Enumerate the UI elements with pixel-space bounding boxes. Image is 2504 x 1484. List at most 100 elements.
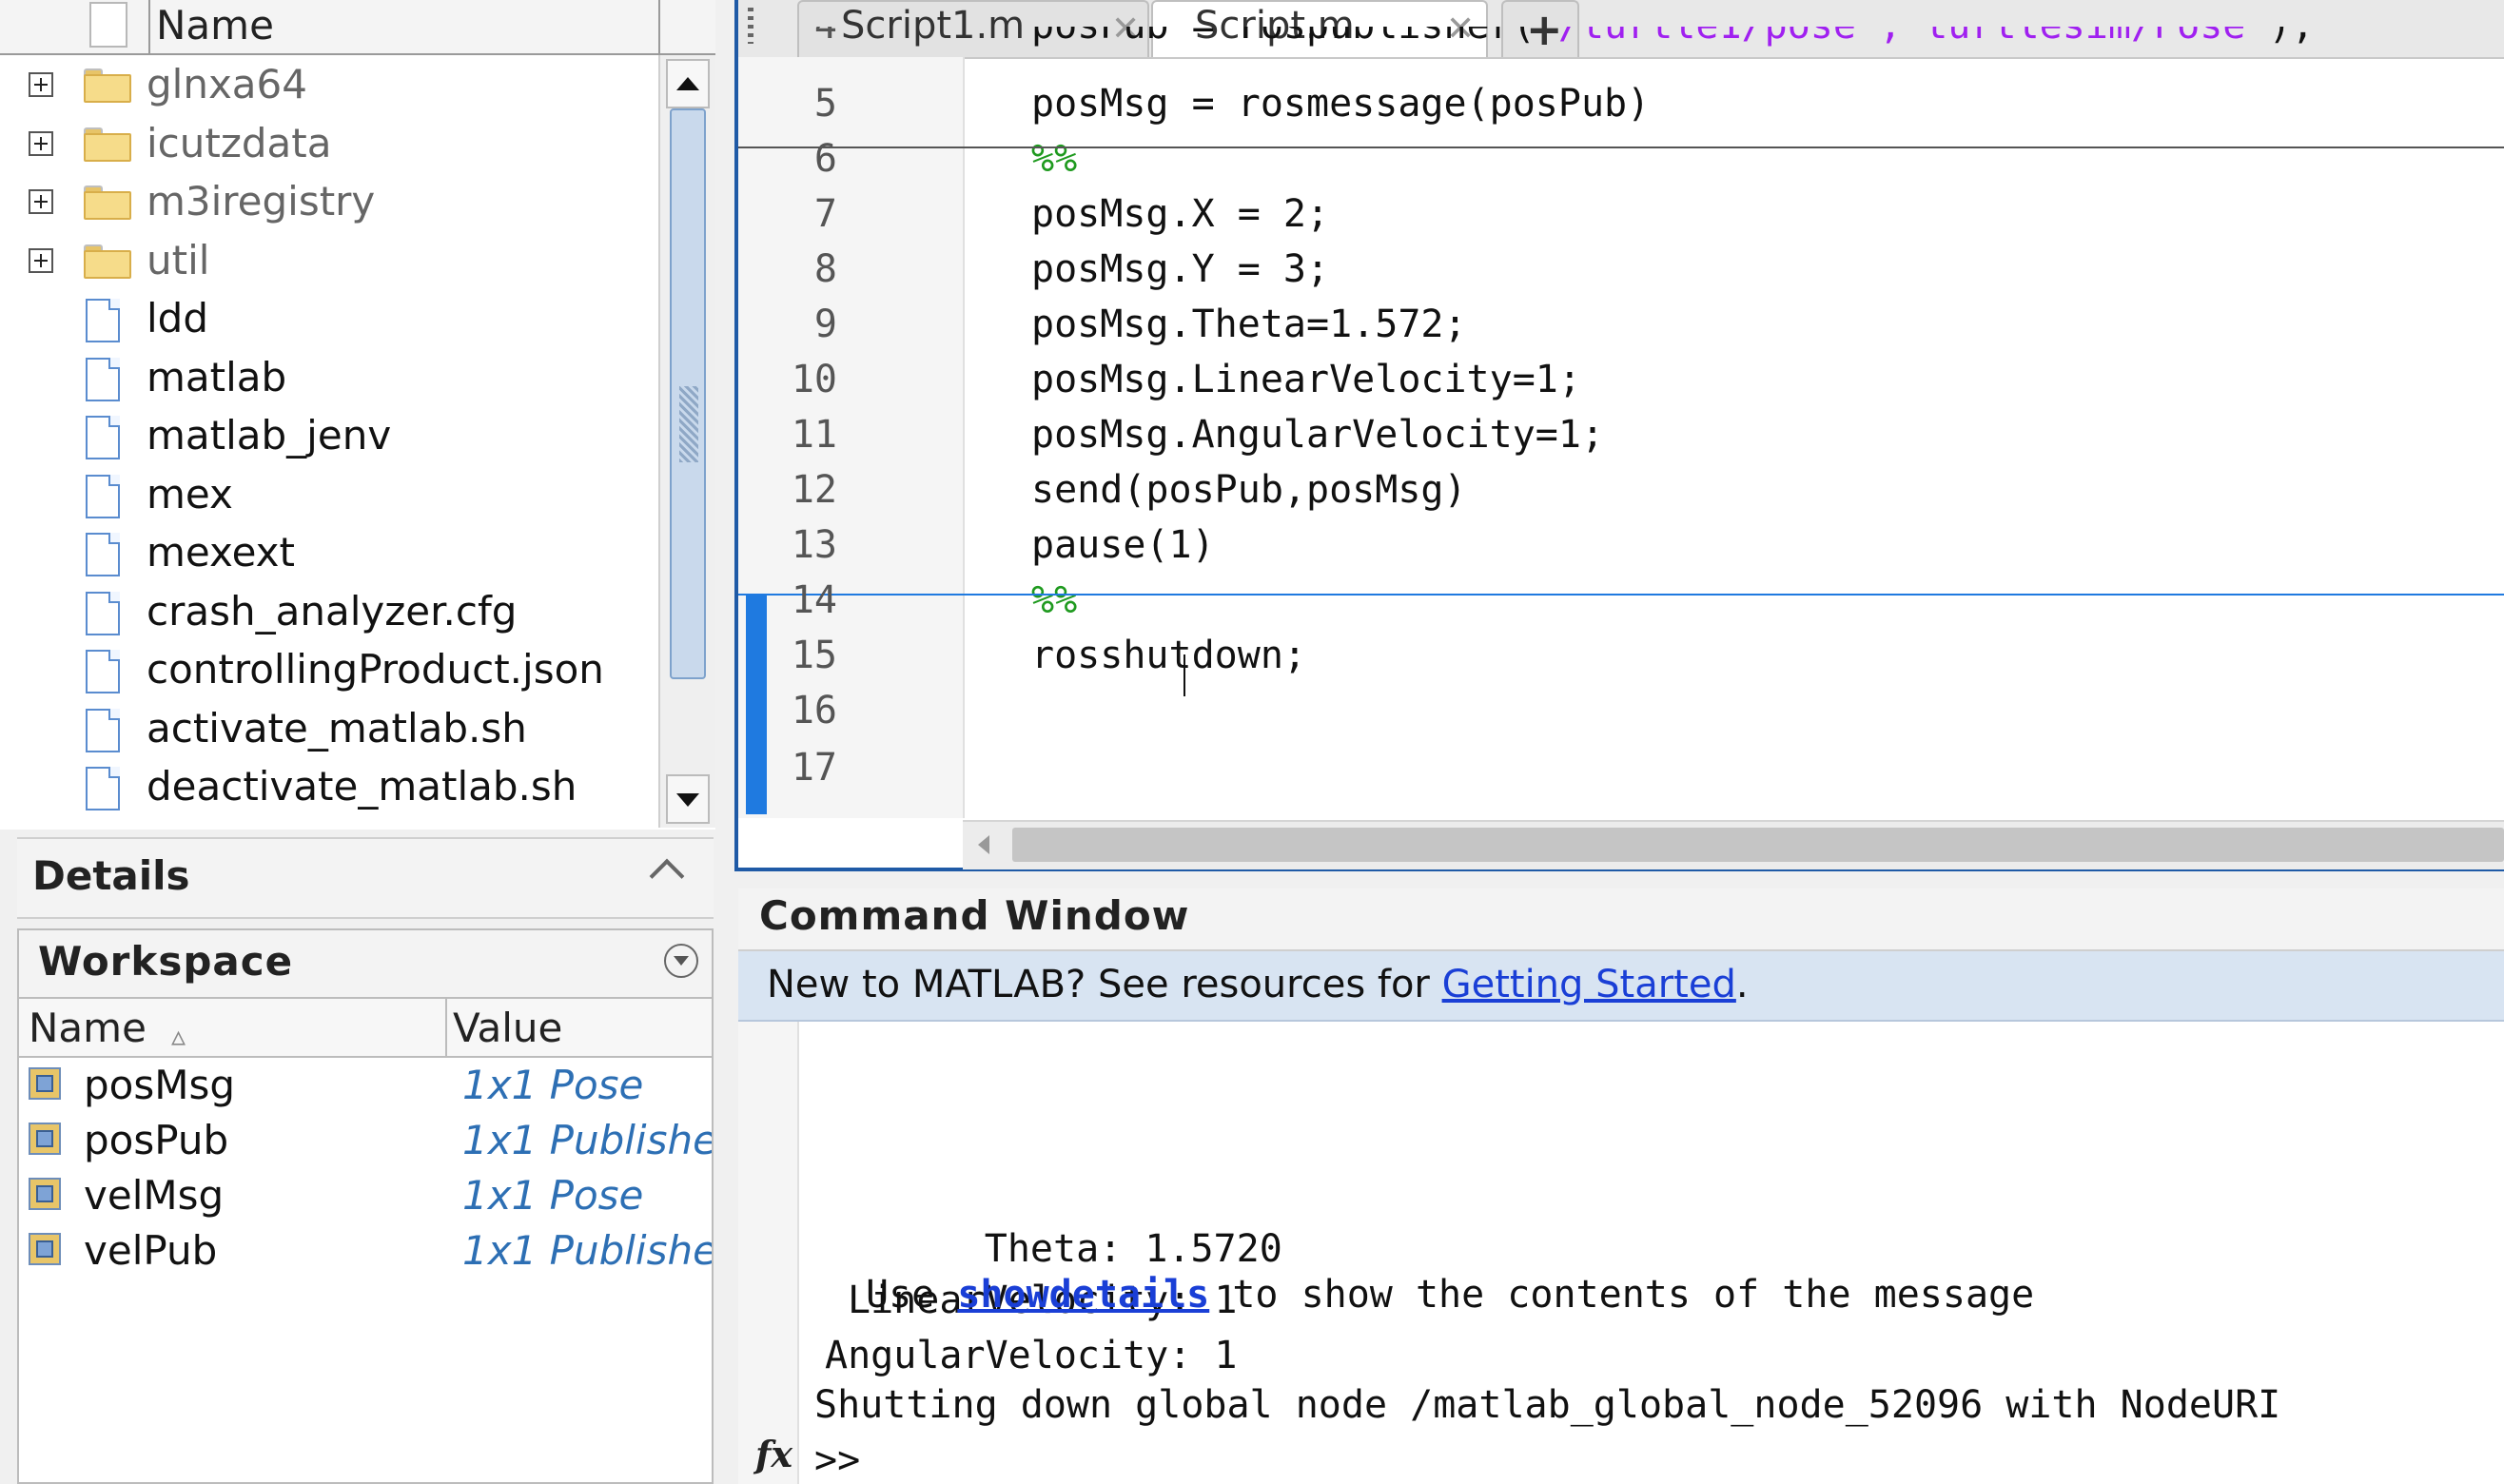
function-browser-icon[interactable]: fx (755, 1433, 792, 1475)
details-title: Details (32, 852, 190, 899)
active-cell-divider (738, 594, 2504, 596)
workspace-titlebar: Workspace (19, 930, 712, 999)
file-row[interactable]: activate_matlab.sh (0, 701, 656, 758)
showdetails-link[interactable]: showdetails (957, 1273, 1209, 1317)
file-list-header: Name (0, 0, 715, 55)
command-window-titlebar: Command Window (738, 888, 2504, 951)
file-icon (86, 474, 120, 518)
column-divider[interactable] (445, 999, 447, 1056)
output-use: Use (866, 1273, 958, 1317)
line-number: 10 (791, 358, 837, 401)
variable-name: velMsg (84, 1172, 225, 1219)
file-row[interactable]: matlab (0, 350, 656, 407)
code-line[interactable]: posMsg.AngularVelocity=1; (1031, 413, 1604, 457)
variable-value: 1x1 Publisher (462, 1227, 712, 1274)
folder-icon (84, 186, 131, 220)
getting-started-link[interactable]: Getting Started (1442, 963, 1736, 1006)
file-row[interactable]: mexext (0, 525, 656, 582)
file-row[interactable]: deactivate_matlab.sh (0, 759, 656, 816)
file-name: icutzdata (147, 119, 332, 166)
variable-name: posPub (84, 1117, 229, 1163)
folder-icon (84, 127, 131, 162)
workspace-name-column[interactable]: Name (29, 1005, 147, 1051)
file-row[interactable]: mex (0, 467, 656, 524)
cell-divider (738, 146, 2504, 148)
output-shutdown-line: Shutting down global node /matlab_global… (814, 1383, 2281, 1427)
code-line[interactable]: send(posPub,posMsg) (1031, 468, 1467, 512)
file-name: util (147, 236, 210, 283)
code-line[interactable]: posMsg.Theta=1.572; (1031, 303, 1467, 346)
line-number: 9 (813, 303, 837, 346)
text-cursor (1184, 654, 1185, 696)
editor-horizontal-scrollbar[interactable] (963, 820, 2504, 869)
expand-icon[interactable] (29, 72, 53, 97)
workspace-variable-row[interactable]: posPub 1x1 Publisher (19, 1113, 712, 1168)
tab-label: Script1.m (841, 4, 1026, 48)
workspace-column-headers: Name ▵ Value (19, 999, 712, 1058)
file-name: glnxa64 (147, 61, 307, 107)
name-column-header[interactable]: Name (156, 2, 274, 49)
file-type-column-header[interactable] (0, 0, 150, 53)
code-line[interactable]: %% (1031, 578, 1077, 622)
output-use-rest: to show the contents of the message (1209, 1273, 2035, 1317)
file-name: mex (147, 470, 233, 517)
file-icon (86, 357, 120, 401)
expand-icon[interactable] (29, 130, 53, 156)
folder-icon (84, 244, 131, 279)
folder-row[interactable]: icutzdata (0, 116, 656, 173)
file-icon (86, 767, 120, 810)
folder-row[interactable]: util (0, 233, 656, 290)
code-line[interactable]: %% (1031, 137, 1077, 181)
sort-ascending-icon: ▵ (171, 1020, 186, 1053)
editor-panel (734, 0, 2504, 871)
code-line[interactable]: posMsg = rosmessage(posPub) (1031, 82, 1650, 126)
code-line[interactable]: posMsg.X = 2; (1031, 192, 1329, 236)
file-icon (86, 591, 120, 635)
file-row[interactable]: ldd (0, 291, 656, 348)
file-name: controllingProduct.json (147, 646, 604, 693)
file-icon (86, 299, 120, 342)
output-showdetails-line: Use showdetails to show the contents of … (866, 1273, 2034, 1317)
workspace-value-column[interactable]: Value (453, 1005, 562, 1051)
file-name: matlab (147, 353, 287, 400)
line-number: 11 (791, 413, 837, 457)
code-line[interactable]: posMsg.Y = 3; (1031, 247, 1329, 291)
line-number: 6 (813, 137, 837, 181)
expand-icon[interactable] (29, 189, 53, 214)
file-row[interactable]: controllingProduct.json (0, 642, 656, 699)
banner-period: . (1735, 963, 1749, 1006)
workspace-variable-row[interactable]: posMsg 1x1 Pose (19, 1058, 712, 1113)
scroll-thumb[interactable] (1012, 828, 2504, 862)
details-panel[interactable]: Details (17, 837, 714, 919)
file-name: m3iregistry (147, 178, 376, 225)
file-icon (86, 416, 120, 459)
current-folder-browser: Name glnxa64 icutzdata m3iregistry util ldd m… (0, 0, 715, 830)
variable-object-icon (29, 1233, 61, 1265)
code-line[interactable]: pause(1) (1031, 523, 1215, 567)
variable-object-icon (29, 1123, 61, 1155)
chevron-up-icon[interactable] (649, 858, 685, 894)
code-line[interactable]: posMsg.LinearVelocity=1; (1031, 358, 1581, 401)
file-type-icon (89, 2, 127, 48)
file-row[interactable]: matlab_jenv (0, 408, 656, 465)
code-line[interactable]: rosshutdown; (1031, 634, 1306, 677)
file-name: activate_matlab.sh (147, 704, 527, 752)
banner-message: New to MATLAB? See resources for Getting… (767, 963, 1749, 1006)
workspace-panel: Workspace Name ▵ Value posMsg 1x1 Pose pos… (17, 928, 714, 1484)
variable-name: posMsg (84, 1062, 236, 1108)
folder-row[interactable]: m3iregistry (0, 174, 656, 231)
workspace-actions-menu-icon[interactable] (664, 944, 698, 978)
line-number: 5 (813, 82, 837, 126)
line-number: 8 (813, 247, 837, 291)
variable-value: 1x1 Publisher (462, 1117, 712, 1163)
file-name: matlab_jenv (147, 412, 392, 459)
workspace-variable-row[interactable]: velPub 1x1 Publisher (19, 1223, 712, 1279)
folder-icon (84, 68, 131, 103)
command-prompt[interactable]: >> (814, 1438, 860, 1482)
expand-icon[interactable] (29, 247, 53, 273)
workspace-variable-row[interactable]: velMsg 1x1 Pose (19, 1168, 712, 1223)
file-row[interactable]: crash_analyzer.cfg (0, 584, 656, 641)
file-name: deactivate_matlab.sh (147, 763, 577, 810)
folder-row[interactable]: glnxa64 (0, 57, 656, 114)
arrow-left-icon[interactable] (978, 835, 989, 854)
